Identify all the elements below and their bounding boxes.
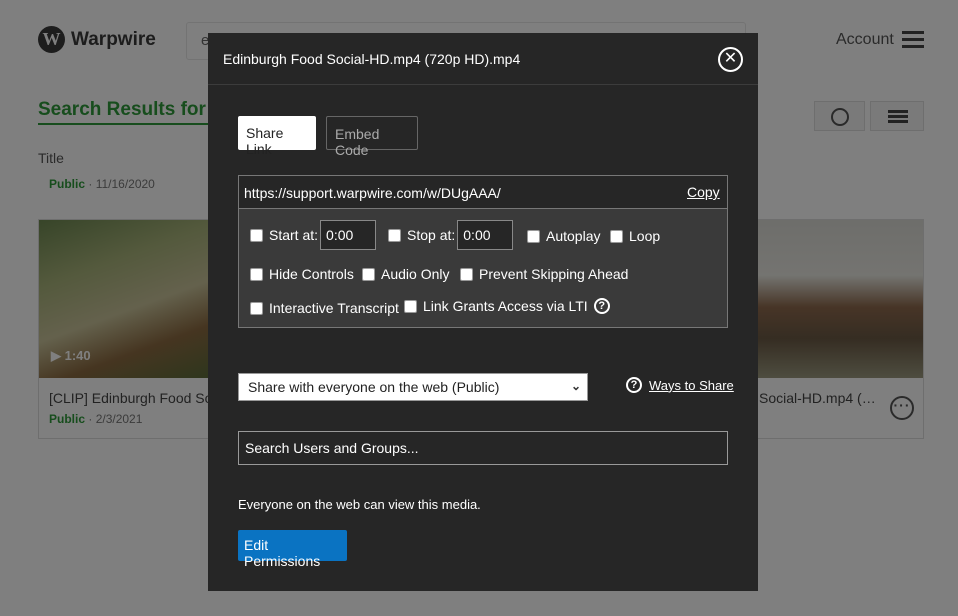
stop-at-label: Stop at:	[407, 227, 456, 243]
share-modal: Edinburgh Food Social-HD.mp4 (720p HD).m…	[208, 33, 758, 591]
interactive-transcript-label: Interactive Transcript	[269, 300, 399, 316]
tab-share-link[interactable]: Share Link	[238, 116, 316, 157]
interactive-transcript-option[interactable]: Interactive Transcript	[250, 300, 399, 316]
copy-button[interactable]: Copy	[687, 184, 720, 200]
autoplay-checkbox[interactable]	[527, 229, 540, 243]
link-options: Start at: 0:00 Stop at: 0:00 Autoplay Lo…	[239, 209, 727, 327]
hide-controls-option[interactable]: Hide Controls	[250, 266, 354, 282]
autoplay-option[interactable]: Autoplay	[527, 228, 600, 244]
tab-embed-code[interactable]: Embed Code	[326, 116, 418, 158]
audio-only-option[interactable]: Audio Only	[362, 266, 449, 282]
share-permission-select[interactable]: Share with everyone on the web (Public) …	[238, 373, 588, 401]
help-icon[interactable]: ?	[593, 298, 610, 314]
start-time-input[interactable]: 0:00	[320, 220, 377, 250]
lti-access-label: Link Grants Access via LTI	[423, 298, 588, 314]
share-description: Everyone on the web can view this media.	[238, 497, 481, 512]
stop-at-checkbox[interactable]	[388, 228, 401, 242]
chevron-down-icon: ⌄	[570, 379, 581, 393]
loop-option[interactable]: Loop	[610, 228, 660, 244]
loop-label: Loop	[629, 228, 661, 244]
audio-only-checkbox[interactable]	[362, 267, 375, 281]
search-users-input[interactable]: Search Users and Groups...	[238, 431, 728, 465]
prevent-skipping-label: Prevent Skipping Ahead	[479, 266, 629, 282]
start-at-label: Start at:	[269, 227, 319, 243]
ways-to-share[interactable]: ? Ways to Share	[626, 377, 734, 393]
start-at-option: Start at: 0:00	[250, 220, 377, 250]
close-icon[interactable]: ✕	[718, 47, 743, 72]
lti-access-option[interactable]: Link Grants Access via LTI ?	[404, 298, 610, 314]
interactive-transcript-checkbox[interactable]	[250, 301, 263, 315]
hide-controls-label: Hide Controls	[269, 266, 354, 282]
help-icon[interactable]: ?	[626, 377, 642, 393]
autoplay-label: Autoplay	[546, 228, 601, 244]
audio-only-label: Audio Only	[381, 266, 450, 282]
modal-header: Edinburgh Food Social-HD.mp4 (720p HD).m…	[208, 33, 758, 85]
share-link-box: https://support.warpwire.com/w/DUgAAA/ C…	[238, 175, 728, 328]
edit-permissions-button[interactable]: Edit Permissions	[238, 530, 347, 569]
prevent-skipping-option[interactable]: Prevent Skipping Ahead	[460, 266, 628, 282]
stop-time-input[interactable]: 0:00	[457, 220, 514, 250]
start-at-checkbox[interactable]	[250, 228, 263, 242]
lti-access-checkbox[interactable]	[404, 299, 417, 313]
ways-to-share-link[interactable]: Ways to Share	[649, 378, 734, 393]
stop-at-option: Stop at: 0:00	[388, 220, 514, 250]
share-url[interactable]: https://support.warpwire.com/w/DUgAAA/	[244, 185, 501, 201]
share-select-value: Share with everyone on the web (Public)	[248, 379, 500, 395]
loop-checkbox[interactable]	[610, 229, 623, 243]
hide-controls-checkbox[interactable]	[250, 267, 263, 281]
modal-title: Edinburgh Food Social-HD.mp4 (720p HD).m…	[223, 51, 521, 67]
link-row: https://support.warpwire.com/w/DUgAAA/ C…	[239, 176, 727, 209]
prevent-skipping-checkbox[interactable]	[460, 267, 473, 281]
